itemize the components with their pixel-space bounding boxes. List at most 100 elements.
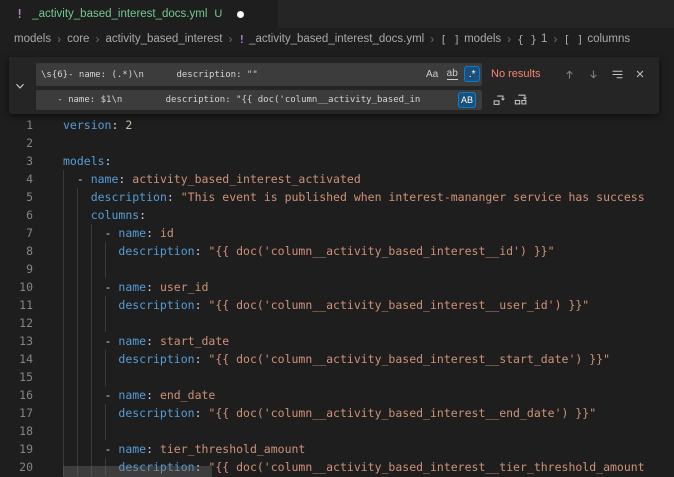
replace-input[interactable]: [36, 90, 482, 110]
code-line[interactable]: 12: [0, 314, 674, 332]
code-line[interactable]: 17 description: "{{ doc('column__activit…: [0, 404, 674, 422]
line-number[interactable]: 18: [0, 422, 33, 440]
indent-guide: [77, 368, 78, 386]
line-number[interactable]: 6: [0, 206, 33, 224]
line-number[interactable]: 16: [0, 386, 33, 404]
breadcrumb-label: 1: [541, 33, 547, 45]
breadcrumb-label: models: [464, 33, 501, 45]
code-line[interactable]: 10 - name: user_id: [0, 278, 674, 296]
code-line[interactable]: 15: [0, 368, 674, 386]
previous-match-arrow-up-icon[interactable]: [560, 65, 578, 83]
find-results-status: No results: [491, 68, 541, 80]
breadcrumb-item[interactable]: { }1: [517, 33, 547, 46]
code-line[interactable]: 7 - name: id: [0, 224, 674, 242]
code-line-text: - name: id: [63, 224, 174, 242]
breadcrumb-item[interactable]: activity_based_interest: [105, 33, 222, 45]
indent-guide: [91, 368, 92, 386]
indent-guide: [91, 422, 92, 440]
indent-guide: [105, 260, 106, 278]
replace-icon[interactable]: [490, 91, 508, 109]
code-line-text: description: "This event is published wh…: [63, 188, 645, 206]
indent-guide: [105, 314, 106, 332]
indent-guide: [63, 260, 64, 278]
indent-guide: [63, 368, 64, 386]
replace-all-icon[interactable]: [512, 91, 530, 109]
line-number[interactable]: 20: [0, 458, 33, 476]
code-line-text: version: 2: [63, 116, 132, 134]
code-line[interactable]: 1 version: 2: [0, 116, 674, 134]
indent-guide: [105, 422, 106, 440]
line-number[interactable]: 7: [0, 224, 33, 242]
find-replace-widget: Aa ab .* No results AB: [9, 57, 659, 114]
line-number[interactable]: 15: [0, 368, 33, 386]
code-line-text: - name: end_date: [63, 386, 215, 404]
code-line[interactable]: 5 description: "This event is published …: [0, 188, 674, 206]
code-line[interactable]: 2: [0, 134, 674, 152]
line-number[interactable]: 4: [0, 170, 33, 188]
code-line-text: description: "{{ doc('column__activity_b…: [63, 242, 555, 260]
code-line[interactable]: 8 description: "{{ doc('column__activity…: [0, 242, 674, 260]
line-number[interactable]: 2: [0, 134, 33, 152]
preserve-case-toggle[interactable]: AB: [458, 92, 476, 108]
next-match-arrow-down-icon[interactable]: [584, 65, 602, 83]
symbol-array-icon: [ ]: [440, 33, 460, 46]
line-number[interactable]: 5: [0, 188, 33, 206]
indent-guide: [77, 314, 78, 332]
indent-guide: [63, 422, 64, 440]
code-line[interactable]: 16 - name: end_date: [0, 386, 674, 404]
unsaved-changes-dot-icon[interactable]: [237, 11, 244, 18]
breadcrumb-item[interactable]: [ ]columns: [563, 33, 630, 46]
yaml-file-icon: !: [238, 33, 245, 46]
breadcrumb-label: columns: [587, 33, 630, 45]
code-line[interactable]: 3models:: [0, 152, 674, 170]
line-number[interactable]: 10: [0, 278, 33, 296]
whole-word-toggle[interactable]: ab: [444, 66, 460, 82]
code-line[interactable]: 6 columns:: [0, 206, 674, 224]
indent-guide: [63, 314, 64, 332]
breadcrumb-item[interactable]: [ ] models: [440, 33, 501, 46]
breadcrumb-separator-icon: ›: [430, 32, 434, 46]
regex-toggle[interactable]: .*: [464, 66, 480, 82]
line-number[interactable]: 9: [0, 260, 33, 278]
breadcrumb-separator-icon: ›: [507, 32, 511, 46]
close-icon[interactable]: [631, 65, 649, 83]
code-line[interactable]: 14 description: "{{ doc('column__activit…: [0, 350, 674, 368]
breadcrumb-label: models: [14, 33, 51, 45]
line-number[interactable]: 8: [0, 242, 33, 260]
code-area[interactable]: 1 version: 2 23models:4 - name: activity_b…: [0, 116, 674, 476]
line-number[interactable]: 1: [0, 116, 33, 134]
tab-bar: ! _activity_based_interest_docs.yml U: [0, 0, 674, 28]
breadcrumb-label: _activity_based_interest_docs.yml: [249, 33, 424, 45]
line-number[interactable]: 13: [0, 332, 33, 350]
find-options: Aa ab .*: [424, 66, 480, 82]
line-number[interactable]: 3: [0, 152, 33, 170]
breadcrumb-item[interactable]: core: [67, 33, 89, 45]
find-input[interactable]: [36, 63, 482, 86]
code-editor[interactable]: 1 version: 2 23models:4 - name: activity_b…: [0, 50, 674, 477]
code-line-text: description: "{{ doc('column__activity_b…: [63, 296, 589, 314]
code-line[interactable]: 13 - name: start_date: [0, 332, 674, 350]
toggle-replace-chevron-down-icon[interactable]: [11, 77, 29, 95]
line-number[interactable]: 19: [0, 440, 33, 458]
code-line[interactable]: 11 description: "{{ doc('column__activit…: [0, 296, 674, 314]
find-in-selection-icon[interactable]: [608, 65, 626, 83]
breadcrumb-separator-icon: ›: [228, 32, 232, 46]
horizontal-scrollbar-thumb[interactable]: [63, 466, 212, 477]
code-line[interactable]: 4 - name: activity_based_interest_activa…: [0, 170, 674, 188]
line-number[interactable]: 14: [0, 350, 33, 368]
code-line[interactable]: 18: [0, 422, 674, 440]
breadcrumb-item[interactable]: ! _activity_based_interest_docs.yml: [238, 33, 424, 46]
code-line[interactable]: 9: [0, 260, 674, 278]
code-line[interactable]: 19 - name: tier_threshold_amount: [0, 440, 674, 458]
code-line-text: - name: activity_based_interest_activate…: [63, 170, 361, 188]
tab-active-file[interactable]: ! _activity_based_interest_docs.yml U: [0, 0, 278, 28]
yaml-file-icon: !: [16, 7, 23, 21]
code-line-text: - name: user_id: [63, 278, 208, 296]
line-number[interactable]: 11: [0, 296, 33, 314]
code-line-text: - name: tier_threshold_amount: [63, 440, 305, 458]
code-line-text: description: "{{ doc('column__activity_b…: [63, 404, 596, 422]
breadcrumb-item[interactable]: models: [14, 33, 51, 45]
line-number[interactable]: 12: [0, 314, 33, 332]
match-case-toggle[interactable]: Aa: [424, 66, 440, 82]
line-number[interactable]: 17: [0, 404, 33, 422]
